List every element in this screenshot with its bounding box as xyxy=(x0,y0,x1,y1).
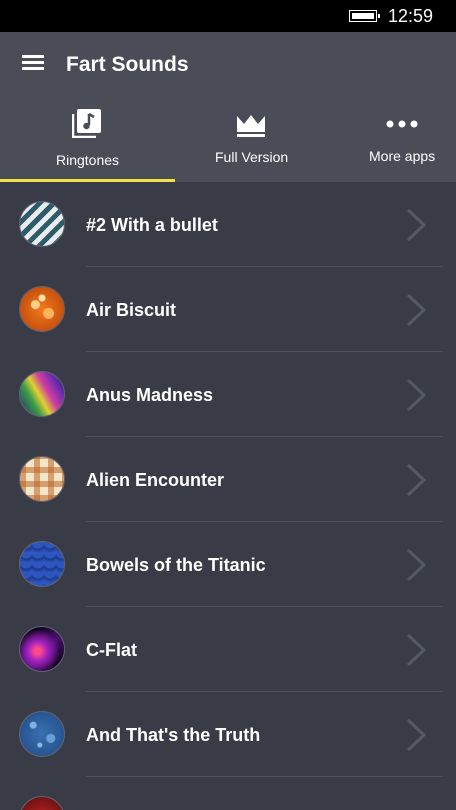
tab-full-version[interactable]: Full Version xyxy=(175,108,325,178)
plaid-thumbnail xyxy=(19,456,65,502)
chevron-right-icon xyxy=(406,548,427,582)
more-dots-icon xyxy=(386,120,418,128)
sound-title: Anus Madness xyxy=(86,385,214,405)
chevron-right-icon xyxy=(406,378,427,412)
diagonal-stripes-thumbnail xyxy=(19,201,65,247)
sound-title: Bowels of the Titanic xyxy=(86,555,266,575)
tab-ringtones-label: Ringtones xyxy=(56,152,120,168)
list-item[interactable]: Alien Encounter xyxy=(0,437,456,522)
purple-light-thumbnail xyxy=(19,626,65,672)
tab-ringtones[interactable]: Ringtones xyxy=(0,108,175,178)
status-bar: 12:59 xyxy=(0,0,456,32)
crown-icon xyxy=(237,115,265,137)
sound-title: Air Biscuit xyxy=(86,300,177,320)
list-item[interactable]: And That's the Truth xyxy=(0,692,456,777)
sound-title: Alien Encounter xyxy=(86,470,225,490)
battery-icon xyxy=(349,10,380,22)
list-item[interactable] xyxy=(0,777,456,810)
blue-scales-thumbnail xyxy=(19,541,65,587)
list-item[interactable]: Bowels of the Titanic xyxy=(0,522,456,607)
chevron-right-icon xyxy=(406,718,427,752)
tab-full-version-label: Full Version xyxy=(215,149,289,165)
tab-more-apps-label: More apps xyxy=(369,148,436,164)
chevron-right-icon xyxy=(406,208,427,242)
page-title: Fart Sounds xyxy=(66,53,189,76)
app-header: Fart Sounds Ringtones Full Version More … xyxy=(0,32,456,182)
list-item[interactable]: C-Flat xyxy=(0,607,456,692)
chevron-right-icon xyxy=(406,463,427,497)
orange-bubbles-thumbnail xyxy=(19,286,65,332)
tab-more-apps[interactable]: More apps xyxy=(325,108,456,178)
ringtones-library-icon xyxy=(72,109,101,138)
red-partial-thumbnail xyxy=(19,796,65,810)
chevron-right-icon xyxy=(406,633,427,667)
blue-texture-thumbnail xyxy=(19,711,65,757)
sound-title: And That's the Truth xyxy=(86,725,261,745)
chevron-right-icon xyxy=(406,293,427,327)
sound-title: C-Flat xyxy=(86,640,137,660)
hamburger-menu-icon[interactable] xyxy=(22,55,46,75)
list-item[interactable]: Air Biscuit xyxy=(0,267,456,352)
rainbow-streaks-thumbnail xyxy=(19,371,65,417)
list-item[interactable]: Anus Madness xyxy=(0,352,456,437)
status-time: 12:59 xyxy=(388,6,434,26)
list-item[interactable]: #2 With a bullet xyxy=(0,182,456,267)
sound-title: #2 With a bullet xyxy=(86,215,218,235)
